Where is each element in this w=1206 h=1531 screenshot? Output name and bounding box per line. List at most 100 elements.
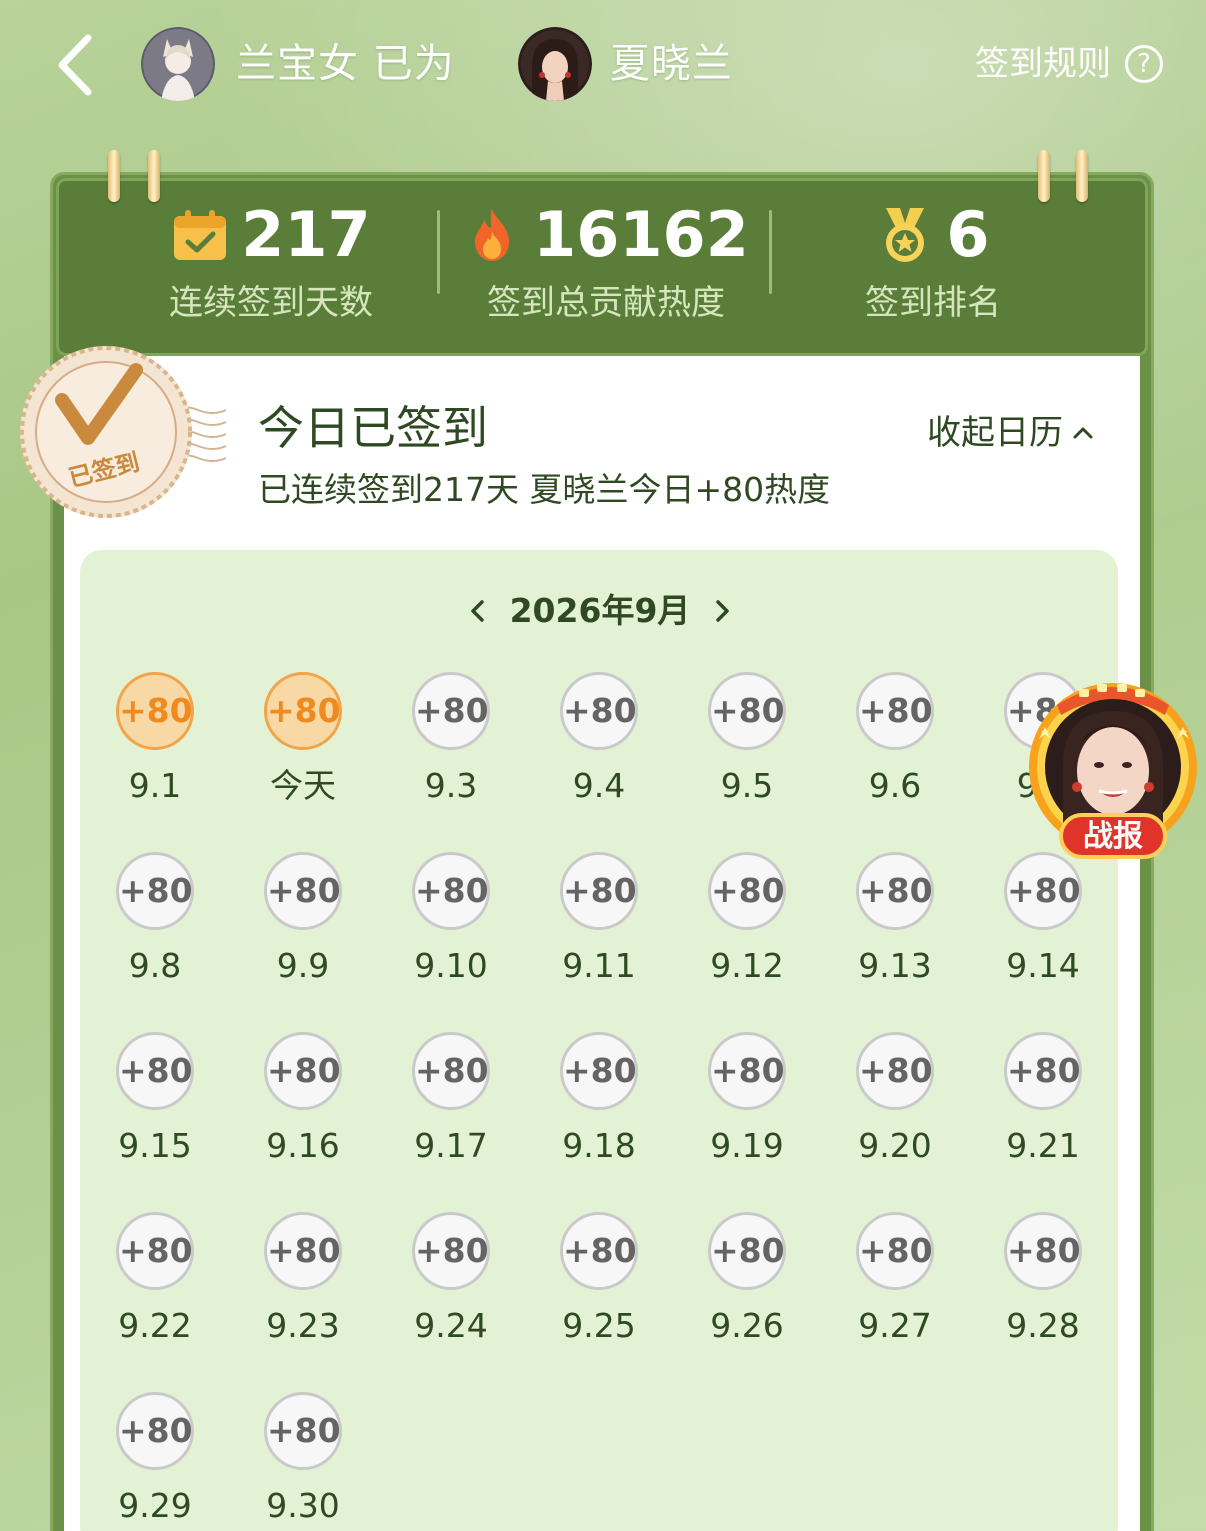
calendar-day[interactable]: +80 9.24 [396,1212,506,1362]
day-date-label: 9.19 [710,1126,784,1165]
day-date-label: 9.15 [118,1126,192,1165]
battle-report-badge-icon: 战报 [1029,683,1197,859]
day-date-label: 9.5 [720,766,774,805]
month-label: 2026年9月 [509,591,691,630]
calendar-day[interactable]: +80 9.29 [100,1392,210,1531]
day-date-label: 9.13 [858,946,932,985]
top-header: 兰宝女 已为 夏晓兰 签到规则 ? [0,0,1206,130]
prev-month-button[interactable] [466,596,490,626]
day-date-label: 9.8 [128,946,182,985]
calendar-day[interactable]: +80 9.5 [692,672,802,822]
day-points-badge: +80 [856,1212,934,1290]
chevron-up-icon [1073,427,1093,439]
calendar-day[interactable]: +80 9.23 [248,1212,358,1362]
calendar-day[interactable]: +80 9.3 [396,672,506,822]
calendar-day[interactable]: +80 9.6 [840,672,950,822]
day-points-badge: +80 [708,1212,786,1290]
day-points-badge: +80 [708,852,786,930]
day-points-badge: +80 [412,672,490,750]
day-points-badge: +80 [856,672,934,750]
stat-rank: 6 签到排名 [830,200,1036,330]
chevron-left-icon [58,34,92,96]
calendar-day[interactable]: +80 9.21 [988,1032,1098,1182]
day-date-label: 9.23 [266,1306,340,1345]
day-date-label: 9.11 [562,946,636,985]
binder-ring-icon [148,150,160,202]
day-points-badge: +80 [856,1032,934,1110]
day-date-label: 9.1 [128,766,182,805]
day-points-badge: +80 [1004,852,1082,930]
idol-avatar[interactable] [518,27,592,101]
calendar-check-icon [174,210,227,260]
battle-report-label: 战报 [1083,819,1143,854]
user-avatar-image [141,27,215,101]
calendar-day[interactable]: +80 9.26 [692,1212,802,1362]
stat-value: 6 [946,198,990,271]
user-avatar[interactable] [141,27,215,101]
calendar-day[interactable]: +80 9.18 [544,1032,654,1182]
stat-total-heat: 16162 签到总贡献热度 [460,200,752,330]
day-points-badge: +80 [1004,1212,1082,1290]
stat-divider [769,210,772,294]
calendar-day[interactable]: +80 9.25 [544,1212,654,1362]
calendar-day[interactable]: +80 9.14 [988,852,1098,1002]
day-points-badge: +80 [264,1392,342,1470]
calendar-day[interactable]: +80 9.30 [248,1392,358,1531]
calendar-day[interactable]: +80 9.17 [396,1032,506,1182]
day-date-label: 9.14 [1006,946,1080,985]
question-circle-icon: ? [1125,45,1163,83]
calendar-day[interactable]: +80 9.1 [100,672,210,822]
day-points-badge: +80 [560,1212,638,1290]
calendar-day[interactable]: +80 9.10 [396,852,506,1002]
back-button[interactable] [52,30,108,100]
day-points-badge: +80 [1004,1032,1082,1110]
day-points-badge: +80 [560,1032,638,1110]
day-points-badge: +80 [116,672,194,750]
day-date-label: 今天 [270,766,336,805]
day-date-label: 9.25 [562,1306,636,1345]
calendar-day[interactable]: +80 9.11 [544,852,654,1002]
calendar-day[interactable]: +80 9.16 [248,1032,358,1182]
calendar-day[interactable]: +80 9.22 [100,1212,210,1362]
calendar-day[interactable]: +80 9.4 [544,672,654,822]
day-date-label: 9.28 [1006,1306,1080,1345]
user-name: 兰宝女 已为 [236,41,455,87]
idol-avatar-image [518,27,592,101]
calendar-day[interactable]: +80 9.20 [840,1032,950,1182]
calendar-day[interactable]: +80 9.27 [840,1212,950,1362]
day-date-label: 9.16 [266,1126,340,1165]
battle-report-button[interactable]: 战报 [1027,675,1199,863]
idol-name: 夏晓兰 [610,41,733,87]
calendar-day[interactable]: +80 9.9 [248,852,358,1002]
calendar-day[interactable]: +80 9.28 [988,1212,1098,1362]
day-date-label: 9.12 [710,946,784,985]
calendar-day[interactable]: +80 9.12 [692,852,802,1002]
day-points-badge: +80 [412,1212,490,1290]
stat-divider [437,210,440,294]
collapse-calendar-button[interactable]: 收起日历 [927,410,1095,456]
checkin-rules-link[interactable]: 签到规则 ? [975,42,1163,86]
day-date-label: 9.6 [868,766,922,805]
collapse-calendar-label: 收起日历 [927,413,1063,453]
day-date-label: 9.30 [266,1486,340,1525]
next-month-button[interactable] [710,596,734,626]
day-points-badge: +80 [412,852,490,930]
month-navigator: 2026年9月 [460,586,740,636]
calendar-day[interactable]: +80 9.15 [100,1032,210,1182]
calendar-day[interactable]: +80 今天 [248,672,358,822]
day-date-label: 9.18 [562,1126,636,1165]
day-date-label: 9.22 [118,1306,192,1345]
day-date-label: 9.3 [424,766,478,805]
day-points-badge: +80 [412,1032,490,1110]
stat-value: 217 [241,198,371,271]
day-points-badge: +80 [560,672,638,750]
stat-label: 签到总贡献热度 [487,283,725,323]
calendar-day[interactable]: +80 9.8 [100,852,210,1002]
calendar-day[interactable]: +80 9.13 [840,852,950,1002]
stat-label: 签到排名 [865,283,1001,323]
calendar-day[interactable]: +80 9.19 [692,1032,802,1182]
day-date-label: 9.21 [1006,1126,1080,1165]
day-points-badge: +80 [116,1392,194,1470]
binder-ring-icon [1076,150,1088,202]
day-points-badge: +80 [264,1032,342,1110]
